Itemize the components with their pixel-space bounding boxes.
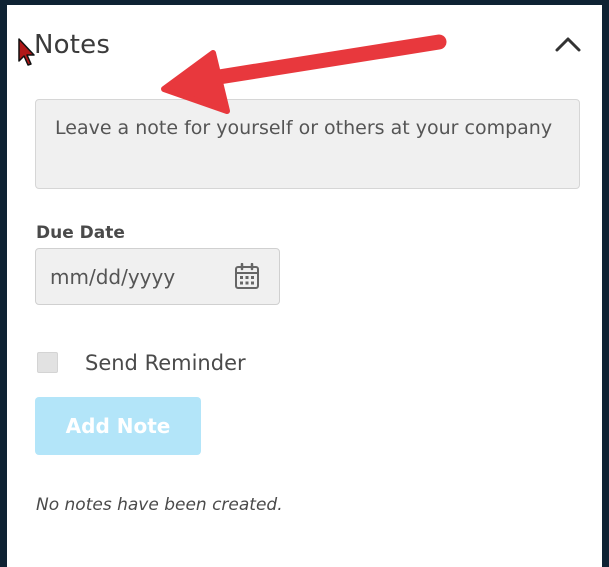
due-date-input[interactable]: mm/dd/yyyy [35, 248, 280, 305]
due-date-label: Due Date [36, 223, 125, 243]
send-reminder-label[interactable]: Send Reminder [85, 351, 246, 375]
chevron-up-icon[interactable] [553, 33, 583, 55]
notes-panel: Notes Due Date mm/dd/yyyy Send Reminder … [0, 0, 609, 567]
add-note-button[interactable]: Add Note [35, 397, 201, 455]
note-textarea[interactable] [35, 99, 580, 189]
mouse-cursor-icon [18, 38, 35, 66]
panel-title: Notes [34, 30, 111, 60]
send-reminder-checkbox[interactable] [37, 352, 58, 373]
calendar-icon[interactable] [234, 263, 260, 290]
empty-notes-message: No notes have been created. [36, 495, 283, 515]
due-date-placeholder: mm/dd/yyyy [50, 265, 176, 289]
